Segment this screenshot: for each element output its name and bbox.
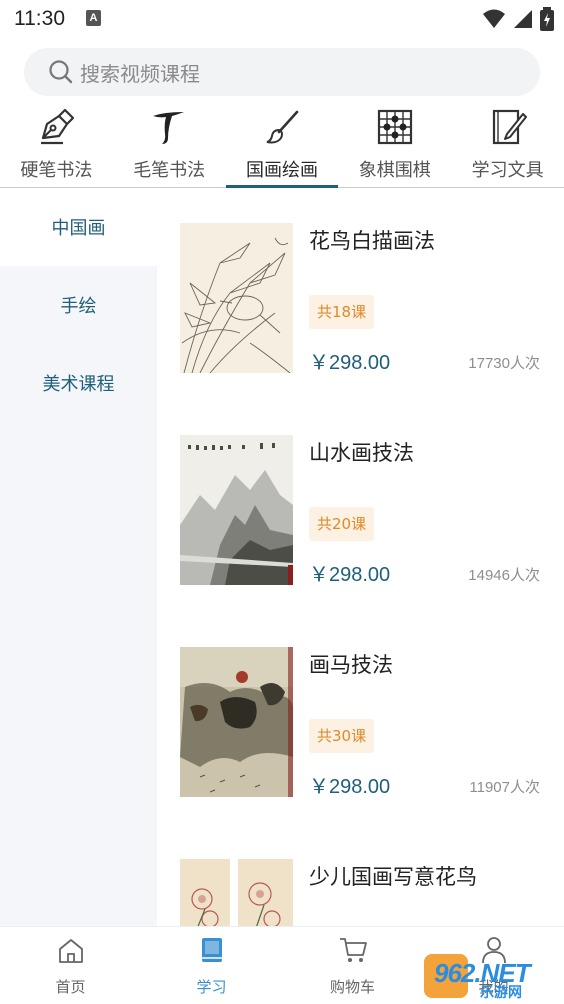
tab-stationery[interactable]: 学习文具 — [451, 104, 564, 188]
course-thumbnail — [180, 647, 293, 797]
wifi-icon — [483, 9, 505, 28]
nav-cart[interactable]: 购物车 — [282, 927, 423, 1004]
nav-label: 购物车 — [329, 978, 375, 996]
notebook-pencil-icon — [492, 109, 527, 145]
flower-painting-image — [180, 859, 293, 926]
course-thumbnail — [180, 223, 293, 373]
paint-brush-icon — [266, 110, 299, 144]
nav-home[interactable]: 首页 — [0, 927, 141, 1004]
site-watermark: 962.NET 乐游网 — [424, 952, 560, 1002]
course-card[interactable]: 花鸟白描画法 共18课 ￥298.00 17730人次 — [157, 188, 564, 400]
tab-label: 国画绘画 — [245, 160, 318, 181]
tab-label: 学习文具 — [471, 160, 544, 181]
course-title: 画马技法 — [309, 653, 393, 677]
tab-brush-calligraphy[interactable]: 毛笔书法 — [113, 104, 226, 188]
search-bar[interactable]: 搜索视频课程 — [24, 48, 540, 96]
sidebar: 中国画 手绘 美术课程 — [0, 188, 157, 926]
landscape-painting-image — [180, 435, 293, 585]
book-icon — [201, 938, 222, 962]
status-bar: 11:30 A — [0, 0, 564, 40]
watermark-subtitle: 乐游网 — [480, 985, 522, 1001]
course-list: 花鸟白描画法 共18课 ￥298.00 17730人次 山水画技法 共20课 ￥… — [157, 188, 564, 926]
tab-label: 象棋围棋 — [358, 160, 431, 181]
nav-label: 学习 — [196, 978, 227, 996]
course-card[interactable]: 画马技法 共30课 ￥298.00 11907人次 — [157, 612, 564, 824]
calligraphy-brush-icon — [153, 112, 185, 144]
chessboard-icon — [377, 109, 412, 145]
course-card[interactable]: 少儿国画写意花鸟 — [157, 824, 564, 926]
sidebar-item-art-courses[interactable]: 美术课程 — [0, 344, 157, 422]
fountain-pen-icon — [41, 108, 75, 145]
status-time: 11:30 — [14, 7, 65, 30]
lesson-count-badge: 共30课 — [309, 719, 375, 753]
course-title: 少儿国画写意花鸟 — [309, 865, 477, 889]
status-icons — [482, 7, 554, 31]
category-tabs: 硬笔书法 毛笔书法 国画绘画 象棋围棋 学习文具 — [0, 104, 564, 188]
nav-study[interactable]: 学习 — [141, 927, 282, 1004]
battery-icon — [540, 7, 554, 31]
course-title: 山水画技法 — [309, 441, 414, 465]
lesson-count-badge: 共18课 — [309, 295, 375, 329]
bird-flower-sketch-image — [180, 223, 293, 373]
tab-hard-pen-calligraphy[interactable]: 硬笔书法 — [0, 104, 113, 188]
notification-icon: A — [86, 10, 101, 26]
tab-chess-go[interactable]: 象棋围棋 — [338, 104, 451, 188]
search-icon — [49, 60, 73, 84]
view-count: 11907人次 — [469, 779, 540, 796]
course-title: 花鸟白描画法 — [309, 229, 435, 253]
tab-label: 硬笔书法 — [20, 160, 93, 181]
course-card[interactable]: 山水画技法 共20课 ￥298.00 14946人次 — [157, 400, 564, 612]
lesson-count-badge: 共20课 — [309, 507, 375, 541]
course-price: ￥298.00 — [309, 352, 391, 374]
home-icon — [58, 939, 83, 963]
tab-label: 毛笔书法 — [133, 160, 206, 181]
tab-chinese-painting[interactable]: 国画绘画 — [225, 104, 339, 188]
search-input[interactable]: 搜索视频课程 — [80, 58, 200, 87]
course-thumbnail — [180, 435, 293, 585]
course-price: ￥298.00 — [309, 564, 391, 586]
view-count: 17730人次 — [468, 355, 540, 372]
view-count: 14946人次 — [468, 567, 540, 584]
cart-icon — [339, 938, 367, 962]
sidebar-item-chinese-painting[interactable]: 中国画 — [0, 188, 157, 266]
horse-painting-image — [180, 647, 293, 797]
signal-icon — [514, 10, 532, 28]
course-thumbnail — [180, 859, 293, 926]
nav-label: 首页 — [55, 978, 86, 996]
sidebar-item-hand-drawing[interactable]: 手绘 — [0, 266, 157, 344]
course-price: ￥298.00 — [309, 776, 391, 798]
